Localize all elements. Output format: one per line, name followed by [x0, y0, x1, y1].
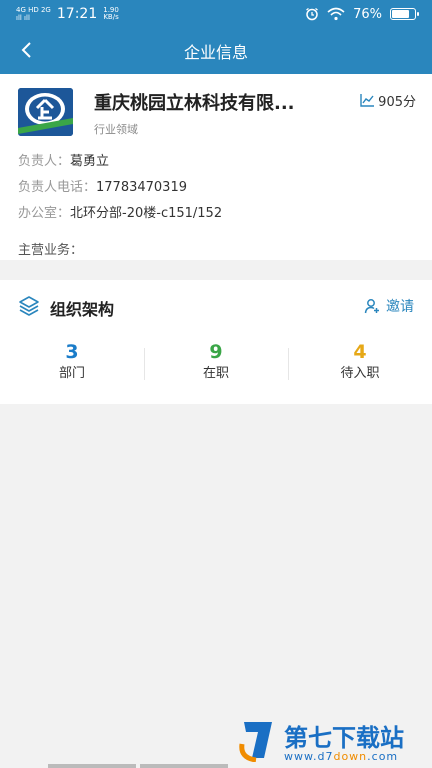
battery-percent: 76%	[353, 6, 382, 22]
office-row: 办公室：北环分部-20楼-c151/152	[18, 202, 222, 221]
company-score[interactable]: 905分	[360, 91, 416, 110]
stat-value: 9	[209, 341, 223, 363]
chart-icon	[360, 94, 375, 107]
signal-indicator: 4G HD 2G ıll ıll	[16, 6, 51, 22]
wifi-icon	[327, 7, 345, 21]
invite-button[interactable]: 邀请	[364, 296, 414, 316]
watermark-logo-icon	[239, 722, 272, 762]
manager-label: 负责人：	[18, 154, 71, 169]
business-row: 主营业务：	[18, 239, 83, 258]
stat-label: 部门	[58, 366, 85, 381]
chevron-left-icon	[21, 42, 31, 58]
bottom-edge	[48, 764, 228, 768]
network-speed: 1.90 KB/s	[103, 6, 119, 21]
office-value: 北环分部-20楼-c151/152	[70, 206, 223, 221]
stat-value: 3	[65, 341, 79, 363]
battery-fill	[392, 10, 409, 18]
manager-row: 负责人：葛勇立	[18, 150, 109, 169]
business-label: 主营业务：	[18, 243, 84, 258]
watermark-url: www.d7down.com	[284, 750, 399, 763]
org-title: 组织架构	[50, 300, 115, 319]
stat-employed[interactable]: 9 在职	[144, 340, 288, 386]
stat-value: 4	[353, 341, 367, 363]
office-label: 办公室：	[18, 206, 71, 221]
alarm-icon	[306, 7, 318, 21]
clock: 17:21	[56, 6, 98, 22]
status-bar: 4G HD 2G ıll ıll 17:21 1.90 KB/s 76%	[0, 0, 432, 28]
score-value: 905分	[378, 95, 416, 110]
add-user-icon	[364, 299, 379, 314]
manager-value: 葛勇立	[70, 154, 110, 169]
phone-row: 负责人电话：17783470319	[18, 176, 187, 195]
industry-label: 行业领域	[94, 123, 138, 136]
invite-label: 邀请	[386, 299, 414, 315]
stat-pending[interactable]: 4 待入职	[288, 340, 432, 386]
org-structure-card: 组织架构 邀请 3 部门 9 在职 4 待入职	[0, 280, 432, 404]
company-logo-icon	[18, 88, 73, 136]
watermark-title: 第七下载站	[284, 724, 404, 752]
company-info-card: 重庆桃园立林科技有限... 905分 行业领域 负责人：葛勇立 负责人电话：17…	[0, 74, 432, 260]
battery-icon	[390, 8, 419, 20]
back-button[interactable]	[14, 38, 38, 62]
stat-label: 待入职	[340, 366, 380, 381]
nav-bar: 企业信息	[0, 28, 432, 74]
layers-icon	[19, 296, 39, 316]
status-right: 76%	[305, 6, 419, 22]
stat-label: 在职	[202, 366, 229, 381]
watermark: 第七下载站 www.d7down.com	[234, 714, 432, 768]
page-title: 企业信息	[183, 43, 248, 62]
phone-value[interactable]: 17783470319	[96, 180, 187, 195]
org-stats: 3 部门 9 在职 4 待入职	[0, 340, 432, 386]
phone-label: 负责人电话：	[18, 180, 97, 195]
company-logo	[18, 88, 73, 136]
stat-departments[interactable]: 3 部门	[0, 340, 144, 386]
company-name: 重庆桃园立林科技有限...	[94, 93, 295, 114]
